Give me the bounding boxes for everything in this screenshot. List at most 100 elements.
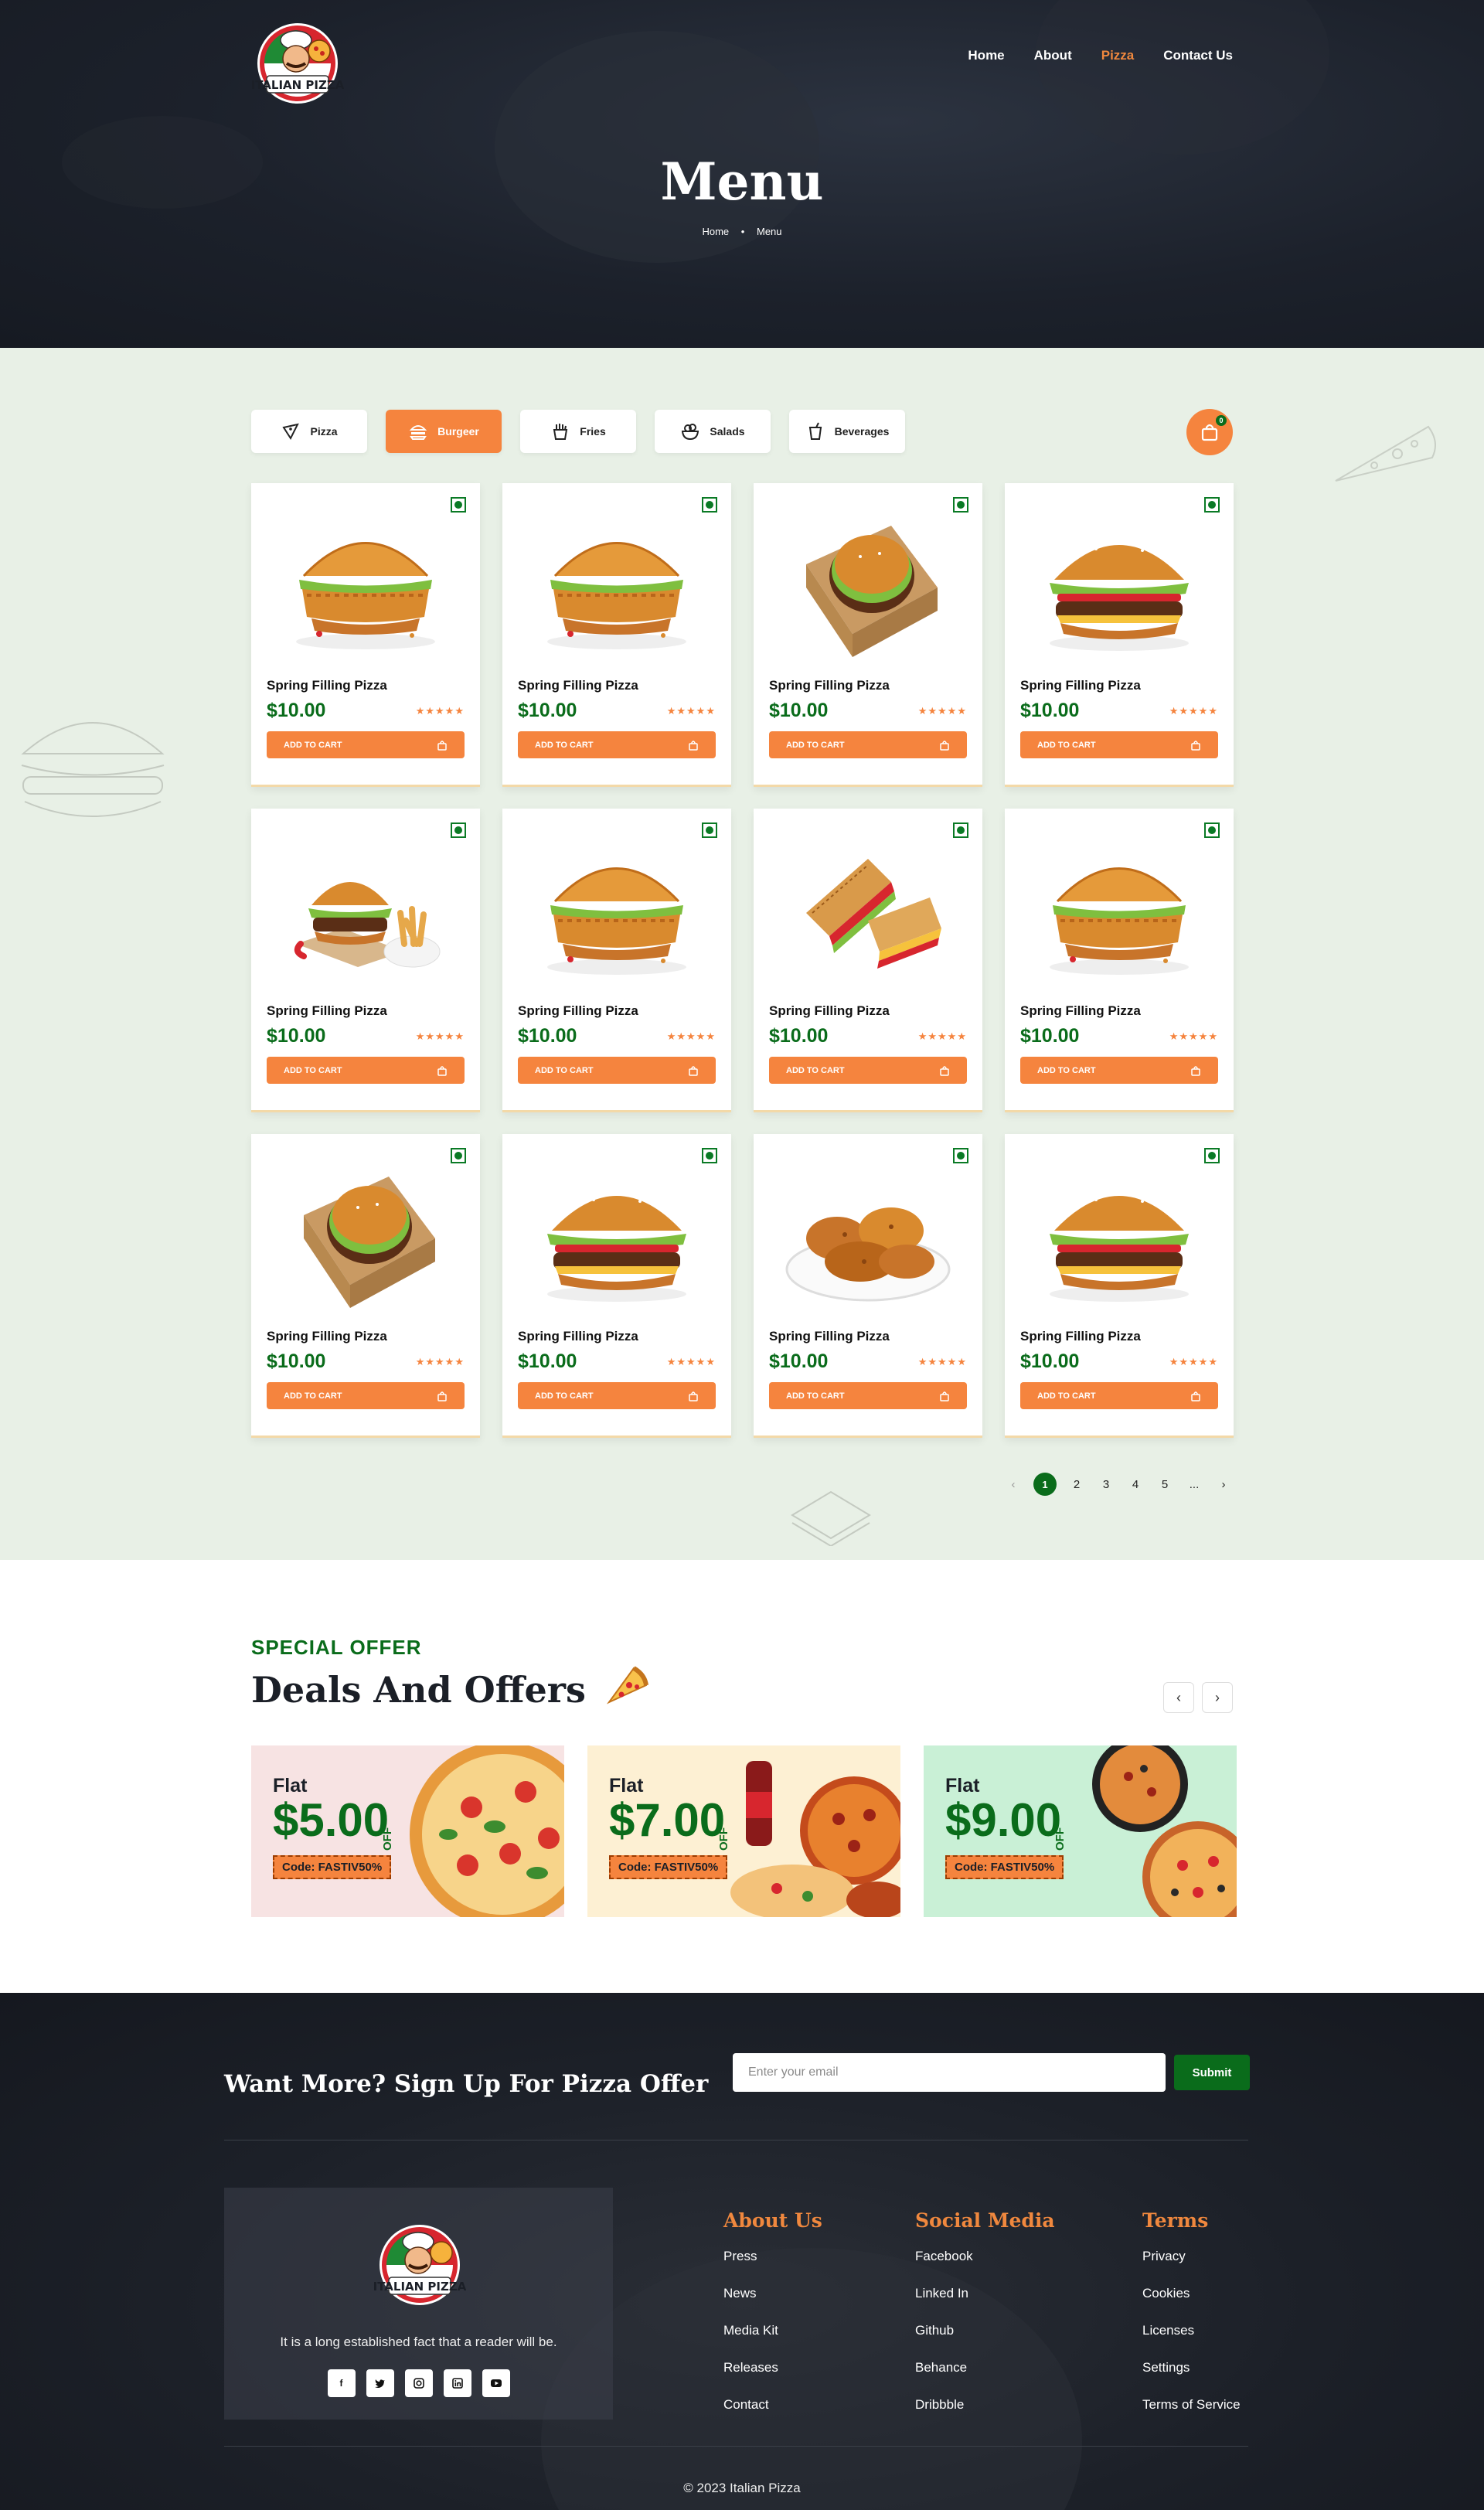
product-card[interactable]: Spring Filling Pizza $10.00 ★★★★★ ADD TO CA… — [754, 1134, 982, 1438]
tab-burgeer[interactable]: Burgeer — [386, 410, 502, 453]
pagination: ‹ 1 2 3 4 5 ... › — [1004, 1473, 1233, 1496]
page-4[interactable]: 4 — [1126, 1478, 1145, 1491]
footer-link[interactable]: News — [723, 2286, 822, 2301]
site-logo[interactable]: ITALIAN PIZZA — [251, 17, 344, 110]
offer-card[interactable]: Flat $7.00 OFF Code: FASTIV50% — [587, 1745, 900, 1917]
product-card[interactable]: Spring Filling Pizza $10.00 ★★★★★ ADD TO CA… — [502, 483, 731, 787]
offer-card[interactable]: Flat $9.00 OFF Code: FASTIV50% — [924, 1745, 1237, 1917]
veg-indicator-icon — [1204, 822, 1220, 838]
pagination-prev[interactable]: ‹ — [1004, 1478, 1023, 1491]
offer-card[interactable]: Flat $5.00 OFF Code: FASTIV50% — [251, 1745, 564, 1917]
footer-link[interactable]: Cookies — [1142, 2286, 1241, 2301]
add-to-cart-button[interactable]: ADD TO CART — [1020, 1057, 1218, 1084]
shopping-bag-icon — [1201, 424, 1218, 441]
footer-about-box: ITALIAN PIZZA It is a long established f… — [224, 2188, 613, 2420]
offer-amount: $7.00 — [609, 1794, 726, 1846]
product-image — [769, 809, 967, 1002]
rating-stars: ★★★★★ — [666, 704, 716, 717]
add-to-cart-button[interactable]: ADD TO CART — [267, 1382, 465, 1409]
add-to-cart-button[interactable]: ADD TO CART — [1020, 731, 1218, 758]
product-name: Spring Filling Pizza — [1020, 1329, 1141, 1344]
veg-indicator-icon — [702, 1148, 717, 1163]
product-image — [1020, 809, 1218, 1002]
footer-link[interactable]: Press — [723, 2249, 822, 2264]
footer-column-terms: Terms Privacy Cookies Licenses Settings … — [1142, 2209, 1241, 2434]
linkedin-icon[interactable] — [443, 2369, 471, 2397]
tab-pizza[interactable]: Pizza — [251, 410, 367, 453]
footer-link[interactable]: Licenses — [1142, 2323, 1241, 2338]
footer-link[interactable]: Behance — [915, 2360, 1055, 2375]
footer-link[interactable]: Facebook — [915, 2249, 1055, 2264]
product-card[interactable]: Spring Filling Pizza $10.00 ★★★★★ ADD TO CA… — [1005, 483, 1234, 787]
signup-title: Want More? Sign Up For Pizza Offer — [224, 2070, 709, 2098]
product-card[interactable]: Spring Filling Pizza $10.00 ★★★★★ ADD TO CA… — [251, 809, 480, 1112]
add-to-cart-button[interactable]: ADD TO CART — [769, 731, 967, 758]
cart-button[interactable]: 0 — [1186, 409, 1233, 455]
footer-link[interactable]: Dribbble — [915, 2397, 1055, 2413]
footer-link[interactable]: Settings — [1142, 2360, 1241, 2375]
veg-indicator-icon — [702, 822, 717, 838]
tab-fries[interactable]: Fries — [520, 410, 636, 453]
tab-salads[interactable]: Salads — [655, 410, 771, 453]
product-card[interactable]: Spring Filling Pizza $10.00 ★★★★★ ADD TO CA… — [251, 483, 480, 787]
page-1[interactable]: 1 — [1033, 1473, 1057, 1496]
footer-link[interactable]: Linked In — [915, 2286, 1055, 2301]
product-card[interactable]: Spring Filling Pizza $10.00 ★★★★★ ADD TO CA… — [754, 809, 982, 1112]
offer-cards: Flat $5.00 OFF Code: FASTIV50% Flat $7.0… — [251, 1745, 1237, 1917]
page-5[interactable]: 5 — [1156, 1478, 1174, 1491]
product-image — [518, 483, 716, 676]
offers-next-button[interactable]: › — [1202, 1682, 1233, 1713]
product-card[interactable]: Spring Filling Pizza $10.00 ★★★★★ ADD TO CA… — [1005, 809, 1234, 1112]
rating-stars: ★★★★★ — [917, 1355, 967, 1367]
instagram-icon[interactable] — [404, 2369, 433, 2397]
product-image — [267, 1134, 465, 1327]
twitter-icon[interactable] — [366, 2369, 394, 2397]
product-price: $10.00 — [518, 1025, 577, 1047]
shopping-bag-icon — [1191, 740, 1200, 751]
product-price: $10.00 — [518, 700, 577, 721]
footer-link[interactable]: Contact — [723, 2397, 822, 2413]
nav-home[interactable]: Home — [968, 48, 1004, 63]
submit-button[interactable]: Submit — [1174, 2055, 1250, 2090]
footer-link[interactable]: Github — [915, 2323, 1055, 2338]
footer-link[interactable]: Privacy — [1142, 2249, 1241, 2264]
footer-link[interactable]: Media Kit — [723, 2323, 822, 2338]
nav-contact-us[interactable]: Contact Us — [1163, 48, 1233, 63]
youtube-icon[interactable] — [482, 2369, 510, 2397]
facebook-icon[interactable]: f — [327, 2369, 356, 2397]
page-2[interactable]: 2 — [1067, 1478, 1086, 1491]
nav-about[interactable]: About — [1034, 48, 1072, 63]
add-to-cart-button[interactable]: ADD TO CART — [267, 1057, 465, 1084]
add-to-cart-button[interactable]: ADD TO CART — [518, 1382, 716, 1409]
shopping-bag-icon — [940, 1065, 949, 1076]
product-card[interactable]: Spring Filling Pizza $10.00 ★★★★★ ADD TO CA… — [754, 483, 982, 787]
footer-link[interactable]: Releases — [723, 2360, 822, 2375]
footer-link[interactable]: Terms of Service — [1142, 2397, 1241, 2413]
add-to-cart-button[interactable]: ADD TO CART — [769, 1057, 967, 1084]
menu-section: Pizza Burgeer Fries Salads Beverages 0 S… — [0, 348, 1484, 1560]
shopping-bag-icon — [437, 1065, 447, 1076]
pizza-slice-outline-decoration — [1335, 425, 1436, 482]
email-input[interactable] — [733, 2053, 1166, 2092]
product-name: Spring Filling Pizza — [1020, 1003, 1141, 1018]
footer-logo[interactable]: ITALIAN PIZZA — [373, 2219, 466, 2311]
svg-text:ITALIAN PIZZA: ITALIAN PIZZA — [251, 78, 344, 92]
page-3[interactable]: 3 — [1097, 1478, 1115, 1491]
cart-count-badge: 0 — [1216, 415, 1227, 426]
product-card[interactable]: Spring Filling Pizza $10.00 ★★★★★ ADD TO CA… — [502, 1134, 731, 1438]
product-card[interactable]: Spring Filling Pizza $10.00 ★★★★★ ADD TO CA… — [1005, 1134, 1234, 1438]
add-to-cart-button[interactable]: ADD TO CART — [1020, 1382, 1218, 1409]
add-to-cart-button[interactable]: ADD TO CART — [769, 1382, 967, 1409]
offer-off-label: OFF — [1053, 1827, 1067, 1851]
offers-prev-button[interactable]: ‹ — [1163, 1682, 1194, 1713]
breadcrumb-home[interactable]: Home — [702, 226, 729, 237]
add-to-cart-button[interactable]: ADD TO CART — [267, 731, 465, 758]
nav-pizza[interactable]: Pizza — [1101, 48, 1135, 63]
add-to-cart-button[interactable]: ADD TO CART — [518, 731, 716, 758]
pagination-next[interactable]: › — [1214, 1478, 1233, 1491]
offers-kicker: SPECIAL OFFER — [251, 1636, 422, 1659]
add-to-cart-button[interactable]: ADD TO CART — [518, 1057, 716, 1084]
product-card[interactable]: Spring Filling Pizza $10.00 ★★★★★ ADD TO CA… — [251, 1134, 480, 1438]
tab-beverages[interactable]: Beverages — [789, 410, 905, 453]
product-card[interactable]: Spring Filling Pizza $10.00 ★★★★★ ADD TO CA… — [502, 809, 731, 1112]
